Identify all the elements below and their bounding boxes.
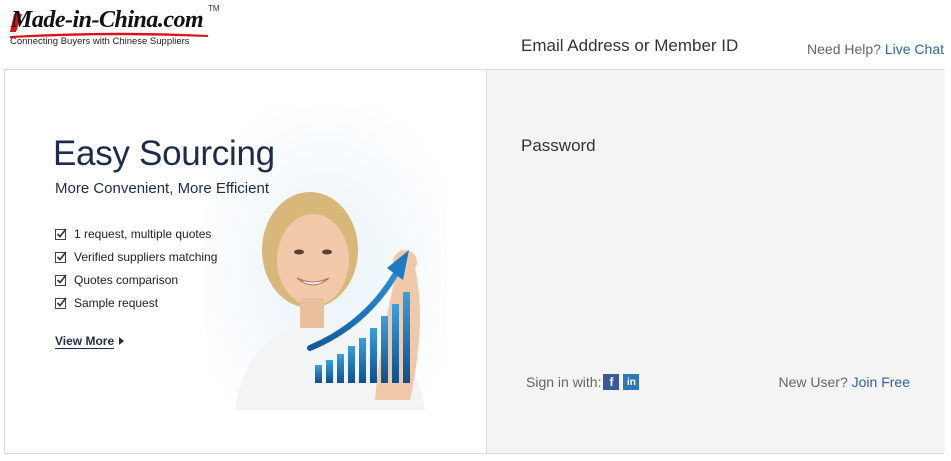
new-user-prompt: New User? Join Free [779, 374, 911, 390]
feature-list: 1 request, multiple quotes Verified supp… [55, 222, 217, 314]
promo-banner: Easy Sourcing More Convenient, More Effi… [5, 70, 486, 453]
checkbox-check-icon [55, 251, 67, 263]
checkbox-check-icon [55, 274, 67, 286]
live-chat-link[interactable]: Live Chat [885, 41, 944, 57]
email-label: Email Address or Member ID [521, 36, 739, 55]
login-form-area [486, 70, 945, 453]
feature-item: Verified suppliers matching [55, 245, 217, 268]
feature-text: Quotes comparison [74, 272, 179, 287]
new-user-text: New User? [778, 374, 848, 390]
login-panel: Easy Sourcing More Convenient, More Effi… [4, 69, 945, 454]
feature-item: 1 request, multiple quotes [55, 222, 217, 245]
facebook-icon[interactable]: f [603, 374, 620, 390]
join-free-link[interactable]: Join Free [852, 374, 910, 390]
caret-right-icon [119, 337, 124, 345]
feature-item: Quotes comparison [55, 268, 217, 291]
trademark-mark: TM [208, 4, 220, 13]
social-sign-in: Sign in with: f in [526, 374, 640, 390]
feature-text: Verified suppliers matching [74, 249, 218, 264]
need-help-text: Need Help? [807, 41, 881, 57]
promo-subtitle: More Convenient, More Efficient [55, 180, 269, 197]
promo-title: Easy Sourcing [53, 134, 275, 173]
logo-tagline: Connecting Buyers with Chinese Suppliers [10, 36, 190, 47]
sign-in-with-label: Sign in with: [526, 374, 602, 390]
site-logo[interactable]: Made-in-China.com TM Connecting Buyers w… [8, 4, 223, 48]
feature-text: Sample request [74, 295, 159, 310]
help-links: Need Help? Live Chat [807, 41, 944, 57]
view-more-link[interactable]: View More [55, 334, 115, 349]
linkedin-icon[interactable]: in [623, 374, 640, 390]
site-header: Made-in-China.com TM Connecting Buyers w… [0, 0, 951, 70]
password-label: Password [521, 136, 596, 155]
checkbox-check-icon [55, 297, 67, 309]
feature-text: 1 request, multiple quotes [74, 226, 212, 241]
feature-item: Sample request [55, 291, 217, 314]
checkbox-check-icon [55, 228, 67, 240]
logo-text: Made-in-China.com [11, 7, 204, 33]
